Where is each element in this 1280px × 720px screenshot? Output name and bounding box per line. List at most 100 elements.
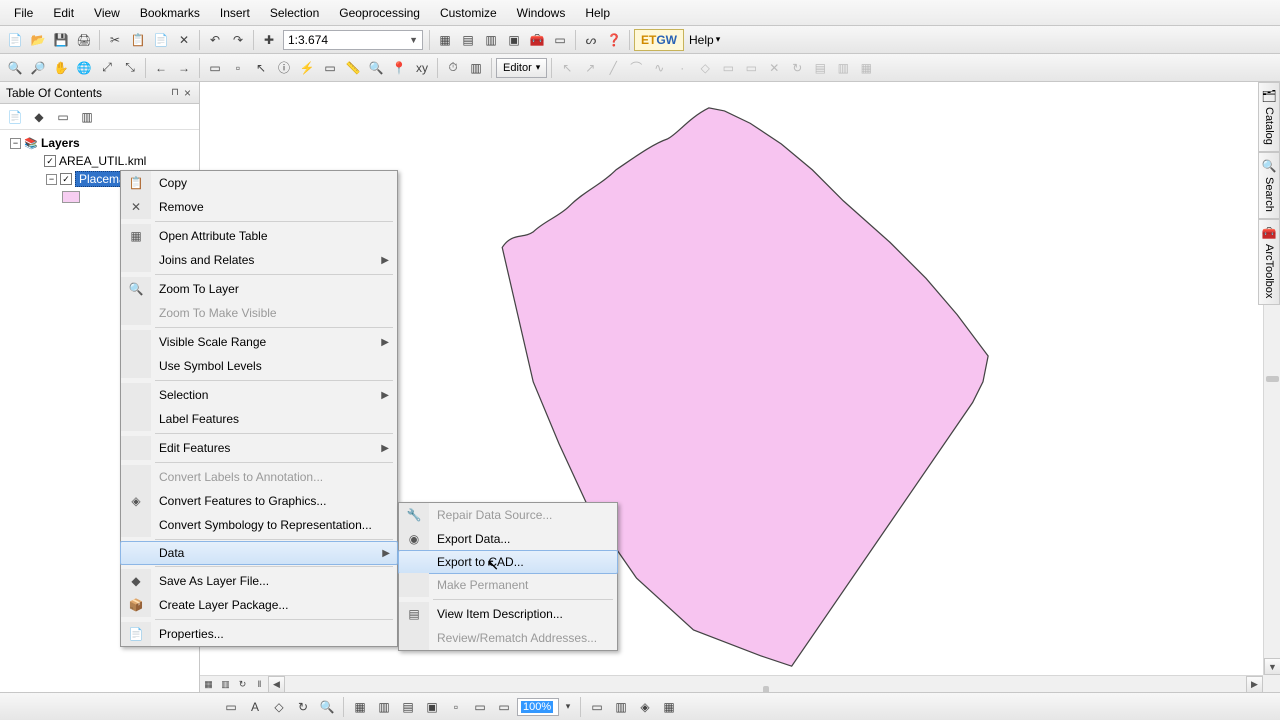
checkbox-icon[interactable]: ✓ [44,155,56,167]
point-icon[interactable]: · [671,57,693,79]
menu-geoprocessing[interactable]: Geoprocessing [329,2,430,24]
editor-toolbar-icon[interactable]: ▦ [434,29,456,51]
tab-search[interactable]: 🔍Search [1258,152,1280,219]
menu-item[interactable]: Data▶ [120,541,398,565]
menu-item[interactable]: ▦Open Attribute Table [121,224,397,248]
close-icon[interactable]: × [182,86,193,100]
straight-segment-icon[interactable]: ╱ [602,57,624,79]
reshape-icon[interactable]: ▭ [717,57,739,79]
menu-item[interactable]: ✕Remove [121,195,397,219]
cut-polygons-icon[interactable]: ▭ [740,57,762,79]
select-elements-icon[interactable]: ↖ [250,57,272,79]
tab-catalog[interactable]: 🗂Catalog [1258,82,1280,152]
save-icon[interactable]: 💾 [50,29,72,51]
trace-icon[interactable]: ∿ [648,57,670,79]
graphic-ops-icon[interactable]: ▤ [397,696,419,718]
edit-annotation-icon[interactable]: ↗ [579,57,601,79]
back-icon[interactable]: ← [150,57,172,79]
menu-item[interactable]: Joins and Relates▶ [121,248,397,272]
fixed-zoom-out-icon[interactable]: ⤡ [119,57,141,79]
help-dropdown[interactable]: Help▾ [685,33,724,47]
split-icon[interactable]: ✕ [763,57,785,79]
menu-item[interactable]: Use Symbol Levels [121,354,397,378]
draw-text-icon[interactable]: A [244,696,266,718]
create-viewer-icon[interactable]: ▥ [465,57,487,79]
hyperlink-icon[interactable]: ⚡ [296,57,318,79]
pause-icon[interactable]: ‖ [251,676,268,693]
attributes-icon[interactable]: ▤ [809,57,831,79]
menu-item[interactable]: ◆Save As Layer File... [121,569,397,593]
print-icon[interactable]: 🖨 [73,29,95,51]
zoom-percent-input[interactable]: 100% [517,698,559,716]
list-by-source-icon[interactable]: ◆ [28,106,50,128]
scroll-down-icon[interactable]: ▼ [1264,658,1280,675]
what-icon[interactable]: ❓ [603,29,625,51]
find-route-icon[interactable]: 📍 [388,57,410,79]
menu-edit[interactable]: Edit [43,2,84,24]
fixed-zoom-in-icon[interactable]: ⤢ [96,57,118,79]
align-icon[interactable]: ▭ [469,696,491,718]
menu-view[interactable]: View [84,2,130,24]
identify-icon[interactable]: ⓘ [273,57,295,79]
delete-icon[interactable]: ✕ [173,29,195,51]
menu-item[interactable]: 📦Create Layer Package... [121,593,397,617]
zoom-dropdown-icon[interactable]: ▾ [561,696,575,718]
open-icon[interactable]: 📂 [27,29,49,51]
new-icon[interactable]: 📄 [4,29,26,51]
clear-selection-icon[interactable]: ▫ [227,57,249,79]
tree-layer-area-util[interactable]: ✓ AREA_UTIL.kml [2,152,197,170]
zoom-to-selected-icon[interactable]: 🔍 [316,696,338,718]
sketch-props-icon[interactable]: ▥ [832,57,854,79]
menu-item[interactable]: Export to CAD... [398,550,618,574]
list-by-drawing-order-icon[interactable]: 📄 [4,106,26,128]
html-popup-icon[interactable]: ▭ [319,57,341,79]
nudge-icon[interactable]: ▫ [445,696,467,718]
zoom-in-icon[interactable]: 🔍 [4,57,26,79]
menu-item[interactable]: ◉Export Data... [399,527,617,551]
flip-icon[interactable]: ▥ [610,696,632,718]
editor-dropdown[interactable]: Editor▾ [496,58,547,78]
tool2-icon[interactable]: ▦ [658,696,680,718]
cut-icon[interactable]: ✂ [104,29,126,51]
menu-item[interactable]: 📋Copy [121,171,397,195]
redo-icon[interactable]: ↷ [227,29,249,51]
copy-icon[interactable]: 📋 [127,29,149,51]
scale-input[interactable]: 1:3.674▼ [283,30,423,50]
time-slider-icon[interactable]: ⏱ [442,57,464,79]
rotate-data-frame-icon[interactable]: ▭ [586,696,608,718]
menu-item[interactable]: ◈Convert Features to Graphics... [121,489,397,513]
search-window-icon[interactable]: ▣ [503,29,525,51]
pin-icon[interactable]: ⊓ [168,87,182,98]
menu-insert[interactable]: Insert [210,2,260,24]
menu-item[interactable]: Convert Symbology to Representation... [121,513,397,537]
scroll-left-icon[interactable]: ◀ [268,676,285,693]
collapse-icon[interactable]: − [46,174,57,185]
menu-item[interactable]: Selection▶ [121,383,397,407]
find-icon[interactable]: 🔍 [365,57,387,79]
toc-icon[interactable]: ▤ [457,29,479,51]
menu-item[interactable]: Label Features [121,407,397,431]
scroll-thumb[interactable] [1266,376,1279,382]
rotate-icon[interactable]: ↻ [786,57,808,79]
refresh-icon[interactable]: ↻ [234,676,251,693]
edit-vertices-icon[interactable]: ◇ [268,696,290,718]
distribute-icon[interactable]: ▭ [493,696,515,718]
go-to-xy-icon[interactable]: xy [411,57,433,79]
catalog-icon[interactable]: ▥ [480,29,502,51]
paste-icon[interactable]: 📄 [150,29,172,51]
data-view-icon[interactable]: ▦ [200,676,217,693]
menu-item[interactable]: Visible Scale Range▶ [121,330,397,354]
edit-vertices-icon[interactable]: ◇ [694,57,716,79]
menu-bookmarks[interactable]: Bookmarks [130,2,210,24]
tab-arctoolbox[interactable]: 🧰ArcToolbox [1258,219,1280,305]
etgw-button[interactable]: ETGW [634,29,684,51]
add-data-icon[interactable]: ✚ [258,29,280,51]
menu-file[interactable]: File [4,2,43,24]
full-extent-icon[interactable]: 🌐 [73,57,95,79]
measure-icon[interactable]: 📏 [342,57,364,79]
end-point-arc-icon[interactable]: ⌒ [625,57,647,79]
menu-item[interactable]: Edit Features▶ [121,436,397,460]
arctoolbox-icon[interactable]: 🧰 [526,29,548,51]
pan-icon[interactable]: ✋ [50,57,72,79]
menu-item[interactable]: 📄Properties... [121,622,397,646]
